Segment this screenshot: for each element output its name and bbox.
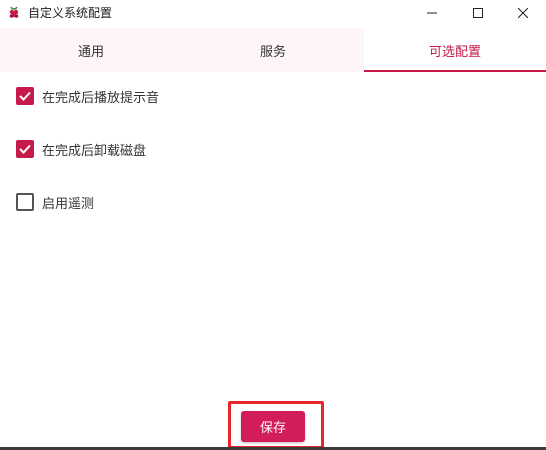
save-button[interactable]: 保存	[241, 411, 305, 442]
tab-services[interactable]: 服务	[182, 28, 364, 72]
title-bar: 自定义系统配置	[0, 0, 546, 26]
tab-options[interactable]: 可选配置	[364, 28, 546, 72]
maximize-button[interactable]	[455, 0, 501, 26]
option-label: 在完成后卸载磁盘	[42, 143, 147, 159]
checkbox-checked-icon[interactable]	[16, 140, 34, 158]
close-icon	[518, 8, 528, 18]
option-label: 在完成后播放提示音	[42, 90, 160, 106]
tab-bar: 通用 服务 可选配置	[0, 28, 546, 72]
raspberry-pi-icon	[6, 5, 22, 21]
minimize-button[interactable]	[409, 0, 455, 26]
close-button[interactable]	[500, 0, 546, 26]
option-telemetry[interactable]: 启用遥测	[16, 192, 94, 212]
minimize-icon	[427, 12, 437, 14]
option-label: 启用遥测	[42, 196, 95, 212]
option-eject-media[interactable]: 在完成后卸载磁盘	[16, 139, 146, 159]
checkbox-checked-icon[interactable]	[16, 87, 34, 105]
tab-general[interactable]: 通用	[0, 28, 182, 72]
checkbox-unchecked-icon[interactable]	[16, 193, 34, 211]
maximize-icon	[473, 8, 483, 18]
option-play-sound[interactable]: 在完成后播放提示音	[16, 86, 159, 106]
window-title: 自定义系统配置	[28, 6, 113, 20]
